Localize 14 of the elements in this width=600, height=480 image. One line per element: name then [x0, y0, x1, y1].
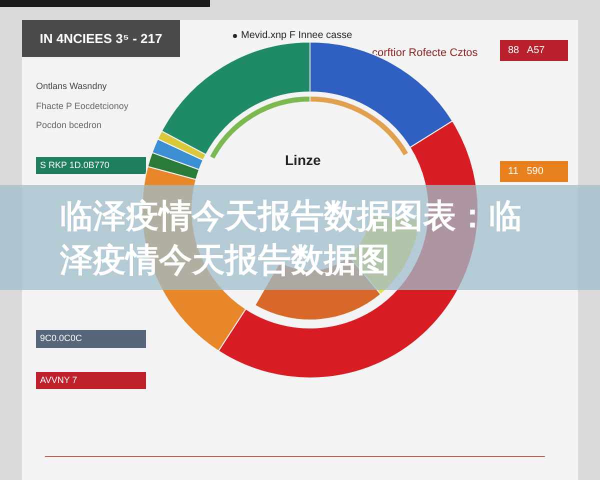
- value-badge: 11 590: [500, 161, 568, 182]
- panel-heading: Ontlans Wasndny: [36, 80, 108, 93]
- center-label: Linze: [285, 151, 321, 170]
- label-bar: S RKP 1D.0B770: [36, 156, 146, 174]
- panel-text: Fhacte P Eocdetcionoy: [36, 100, 130, 113]
- header-title: IN 4NCIEES 3⁵ - 217: [22, 20, 180, 57]
- label-bar: AVVNY 7: [36, 372, 146, 389]
- callout-label: corftior Rofecte Cztos: [372, 46, 478, 61]
- caption-text: 临泽疫情今天报告数据图表：临泽疫情今天报告数据图: [60, 194, 523, 280]
- bullet-icon: [233, 34, 237, 38]
- label-bar: 9C0.0C0C: [36, 330, 146, 348]
- legend-label: Mevid.xnp F Innee casse: [241, 29, 352, 43]
- panel-text: Pocdon bcedron: [36, 119, 103, 132]
- value-badge: 88 A57: [500, 40, 568, 61]
